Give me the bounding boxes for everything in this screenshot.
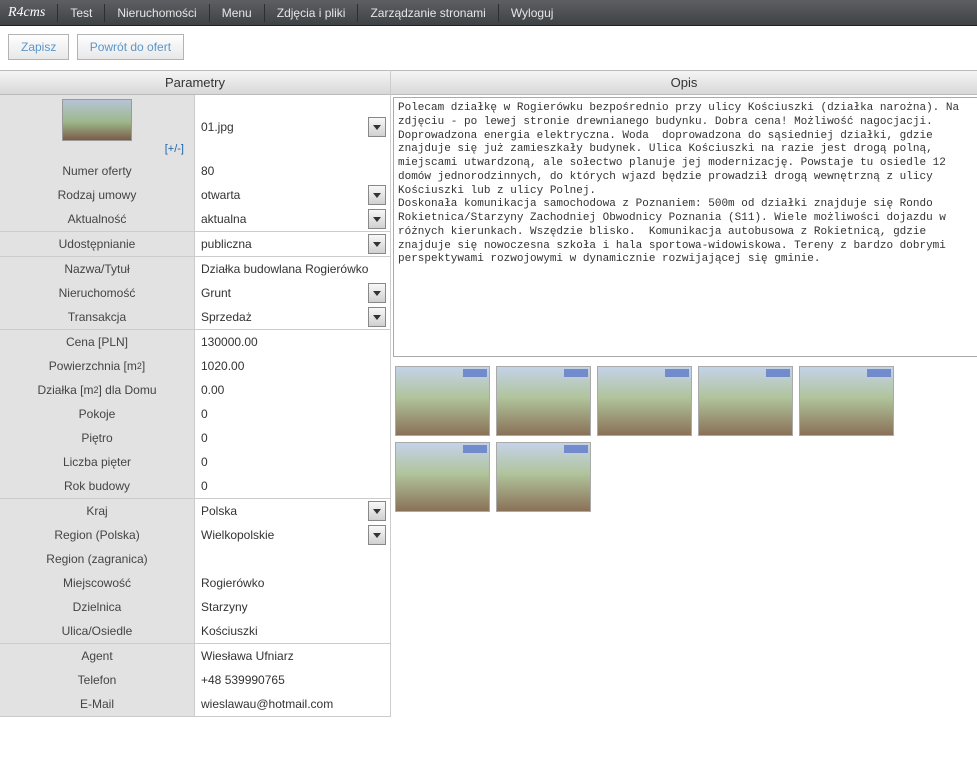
dropdown-arrow[interactable]: [368, 525, 386, 545]
param-label: Ulica/Osiedle: [0, 619, 195, 643]
gallery-thumb[interactable]: [496, 442, 591, 512]
desc-header: Opis: [391, 70, 977, 95]
param-input[interactable]: [199, 525, 369, 545]
param-label: Rok budowy: [0, 474, 195, 498]
param-input[interactable]: [199, 622, 386, 640]
save-button[interactable]: Zapisz: [8, 34, 69, 60]
param-label: Pokoje: [0, 402, 195, 426]
param-input[interactable]: [199, 429, 386, 447]
image-filename-input[interactable]: [199, 117, 369, 137]
param-input[interactable]: [199, 695, 386, 713]
param-input[interactable]: [199, 234, 369, 254]
param-input[interactable]: [199, 598, 386, 616]
param-input[interactable]: [199, 357, 386, 375]
param-input[interactable]: [199, 550, 386, 568]
param-input[interactable]: [199, 260, 386, 278]
param-label: Rodzaj umowy: [0, 183, 195, 207]
param-input[interactable]: [199, 671, 386, 689]
gallery-thumb[interactable]: [799, 366, 894, 436]
dropdown-arrow[interactable]: [368, 209, 386, 229]
image-dropdown-arrow[interactable]: [368, 117, 386, 137]
param-input[interactable]: [199, 381, 386, 399]
param-label: Agent: [0, 644, 195, 668]
dropdown-arrow[interactable]: [368, 307, 386, 327]
param-input[interactable]: [199, 283, 369, 303]
nav-test[interactable]: Test: [60, 0, 102, 26]
param-input[interactable]: [199, 333, 386, 351]
nav-wyloguj[interactable]: Wyloguj: [501, 0, 564, 26]
back-button[interactable]: Powrót do ofert: [77, 34, 184, 60]
nav-zdjecia[interactable]: Zdjęcia i pliki: [267, 0, 356, 26]
dropdown-arrow[interactable]: [368, 501, 386, 521]
param-label: Nieruchomość: [0, 281, 195, 305]
param-label: Piętro: [0, 426, 195, 450]
image-thumb-cell: [+/-]: [0, 95, 195, 159]
param-label: Kraj: [0, 499, 195, 523]
param-label: Liczba pięter: [0, 450, 195, 474]
params-header: Parametry: [0, 70, 390, 95]
dropdown-arrow[interactable]: [368, 283, 386, 303]
nav-menu[interactable]: Menu: [212, 0, 262, 26]
param-label: Udostępnianie: [0, 232, 195, 256]
gallery-thumb[interactable]: [597, 366, 692, 436]
param-input[interactable]: [199, 405, 386, 423]
param-input[interactable]: [199, 209, 369, 229]
gallery-thumb[interactable]: [395, 442, 490, 512]
description-textarea[interactable]: [393, 97, 977, 357]
param-label: Działka [m2] dla Domu: [0, 378, 195, 402]
param-input[interactable]: [199, 647, 386, 665]
param-label: Numer oferty: [0, 159, 195, 183]
gallery-thumb[interactable]: [395, 366, 490, 436]
param-label: Region (zagranica): [0, 547, 195, 571]
param-input[interactable]: [199, 477, 386, 495]
param-label: Dzielnica: [0, 595, 195, 619]
param-input[interactable]: [199, 501, 369, 521]
nav-nieruchomosci[interactable]: Nieruchomości: [107, 0, 206, 26]
nav-zarzadzanie[interactable]: Zarządzanie stronami: [360, 0, 495, 26]
param-input[interactable]: [199, 307, 369, 327]
param-label: Cena [PLN]: [0, 330, 195, 354]
param-input[interactable]: [199, 574, 386, 592]
dropdown-arrow[interactable]: [368, 234, 386, 254]
param-label: Telefon: [0, 668, 195, 692]
param-label: Powierzchnia [m2]: [0, 354, 195, 378]
param-label: Transakcja: [0, 305, 195, 329]
gallery: [391, 362, 977, 516]
param-input[interactable]: [199, 162, 386, 180]
param-label: Miejscowość: [0, 571, 195, 595]
logo: R4cms: [8, 5, 45, 21]
thumb-toggle[interactable]: [+/-]: [4, 141, 190, 155]
action-bar: Zapisz Powrót do ofert: [0, 26, 977, 70]
param-input[interactable]: [199, 453, 386, 471]
main-thumbnail[interactable]: [62, 99, 132, 141]
gallery-thumb[interactable]: [496, 366, 591, 436]
param-label: Aktualność: [0, 207, 195, 231]
param-label: Region (Polska): [0, 523, 195, 547]
gallery-thumb[interactable]: [698, 366, 793, 436]
dropdown-arrow[interactable]: [368, 185, 386, 205]
top-nav: R4cms Test Nieruchomości Menu Zdjęcia i …: [0, 0, 977, 26]
param-label: Nazwa/Tytuł: [0, 257, 195, 281]
param-input[interactable]: [199, 185, 369, 205]
param-label: E-Mail: [0, 692, 195, 716]
